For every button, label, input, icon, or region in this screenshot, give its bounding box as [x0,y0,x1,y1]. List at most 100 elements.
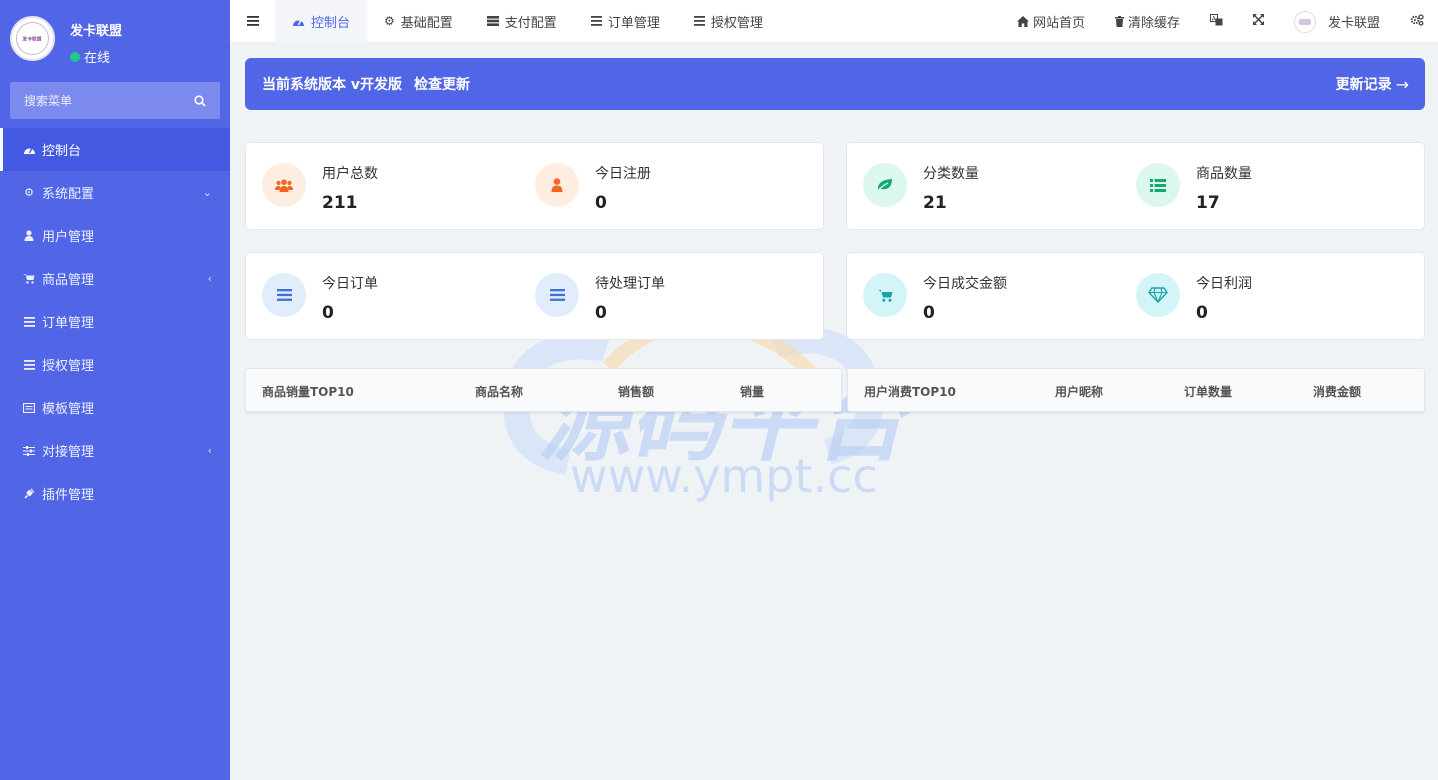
home-icon [1016,16,1029,27]
tab-label: 支付配置 [504,15,557,31]
sidebar-item-plugins[interactable]: 插件管理 [0,472,230,515]
stat-value: 0 [595,193,607,213]
stat-label: 分类数量 [923,166,979,182]
stat-today-orders: 今日订单 0 [262,273,378,323]
chevron-left-icon: ‹ [207,272,212,285]
avatar [1293,10,1316,33]
top-navbar: 控制台 ⚙ 基础配置 支付配置 订单管理 授权管理 网站首页 清除缓存 A 发卡… [230,0,1438,43]
list-icon [693,16,705,26]
stat-value: 17 [1196,193,1220,213]
search-input[interactable] [24,93,194,108]
tab-label: 订单管理 [607,15,660,31]
stats-card-products: 分类数量 21 商品数量 17 [846,142,1425,230]
stat-label: 待处理订单 [595,276,665,292]
trash-icon [1114,16,1124,27]
table-header-cell: 消费金额 [1313,385,1362,399]
avatar[interactable]: 发卡联盟 [10,16,55,61]
tab-label: 基础配置 [400,15,453,31]
avatar-logo: 发卡联盟 [16,22,49,55]
bars-icon [535,273,579,317]
sidebar-item-orders[interactable]: 订单管理 [0,300,230,343]
stat-value: 211 [322,193,358,213]
list-icon [22,315,36,329]
table-header-cell: 商品名称 [475,385,524,399]
sidebar-item-system-config[interactable]: ⚙ 系统配置 ⌄ [0,171,230,214]
chevron-left-icon: ‹ [207,444,212,457]
gear-icon: ⚙ [384,14,395,28]
sidebar-item-label: 控制台 [42,144,82,159]
version-text: 当前系统版本 v开发版 [262,77,402,93]
table-header-cell: 用户消费TOP10 [864,385,956,399]
fullscreen-button[interactable] [1252,14,1264,29]
menu-toggle-button[interactable] [230,0,275,43]
user-icon [22,229,36,243]
tab-dashboard[interactable]: 控制台 [275,0,368,43]
sidebar-item-dashboard[interactable]: 控制台 [0,128,230,171]
status-text: 在线 [84,51,111,66]
sidebar: 发卡联盟 发卡联盟 在线 控制台 ⚙ 系统配置 ⌄ 用户管理 [0,0,230,780]
user-icon [535,163,579,207]
clear-cache-label: 清除缓存 [1127,16,1180,31]
stat-pending-orders: 待处理订单 0 [535,273,665,323]
gears-icon [1410,13,1424,30]
sidebar-item-label: 系统配置 [42,187,95,202]
home-link[interactable]: 网站首页 [1016,12,1085,31]
tab-payment-config[interactable]: 支付配置 [470,0,574,43]
stat-today-turnover: 今日成交金额 0 [863,273,1007,323]
changelog-label: 更新记录 [1335,77,1392,93]
sidebar-item-label: 订单管理 [42,316,95,331]
stat-label: 今日利润 [1196,276,1252,292]
product-sales-top10-table: 商品销量TOP10 商品名称 销售额 销量 [245,368,842,412]
online-dot-icon [70,51,80,62]
tab-label: 控制台 [311,15,351,31]
clear-cache-button[interactable]: 清除缓存 [1114,12,1180,31]
user-info: 发卡联盟 在线 [70,16,122,66]
dashboard-icon [292,16,305,27]
settings-button[interactable] [1410,13,1424,30]
tab-basic-config[interactable]: ⚙ 基础配置 [367,0,470,43]
users-icon [262,163,306,207]
navbar-right: 网站首页 清除缓存 A 发卡联盟 [1016,0,1438,43]
template-icon [22,401,36,415]
table-header-cell: 销售额 [618,385,655,399]
sidebar-item-authorization[interactable]: 授权管理 [0,343,230,386]
user-menu[interactable]: 发卡联盟 [1293,10,1380,33]
translate-icon: A [1209,13,1223,30]
tab-label: 授权管理 [710,15,763,31]
menu-search [10,82,220,119]
sidebar-item-integration[interactable]: 对接管理 ‹ [0,429,230,472]
table-header-cell: 订单数量 [1184,385,1233,399]
stat-value: 0 [322,303,334,323]
stat-label: 商品数量 [1196,166,1252,182]
plug-icon [22,487,36,501]
stat-today-profit: 今日利润 0 [1136,273,1252,323]
stat-value: 0 [595,303,607,323]
hamburger-icon [246,16,259,26]
stats-card-revenue: 今日成交金额 0 今日利润 0 [846,252,1425,340]
check-update-link[interactable]: 检查更新 [414,74,470,94]
user-panel: 发卡联盟 发卡联盟 在线 [0,0,230,76]
translate-button[interactable]: A [1209,13,1223,30]
sidebar-menu: 控制台 ⚙ 系统配置 ⌄ 用户管理 商品管理 ‹ 订单管理 授权管理 模板管理 [0,128,230,515]
cart-icon [863,273,907,317]
sidebar-item-users[interactable]: 用户管理 [0,214,230,257]
brand-name: 发卡联盟 [70,24,123,39]
search-icon[interactable] [194,94,206,107]
sidebar-item-label: 插件管理 [42,488,95,503]
home-link-label: 网站首页 [1032,16,1085,31]
list-icon [1136,163,1180,207]
diamond-icon [1136,273,1180,317]
stats-card-users: 用户总数 211 今日注册 0 [245,142,824,230]
stat-label: 用户总数 [322,166,378,182]
tab-authorization[interactable]: 授权管理 [677,0,780,43]
gear-icon: ⚙ [24,186,34,199]
table-header-cell: 商品销量TOP10 [262,385,354,399]
sidebar-item-products[interactable]: 商品管理 ‹ [0,257,230,300]
sidebar-item-label: 商品管理 [42,273,95,288]
changelog-link[interactable]: 更新记录 → [1336,74,1409,94]
stat-category-count: 分类数量 21 [863,163,979,213]
tab-order-management[interactable]: 订单管理 [574,0,677,43]
sidebar-item-templates[interactable]: 模板管理 [0,386,230,429]
table-header-cell: 用户昵称 [1055,385,1104,399]
table-header-cell: 销量 [740,385,765,399]
